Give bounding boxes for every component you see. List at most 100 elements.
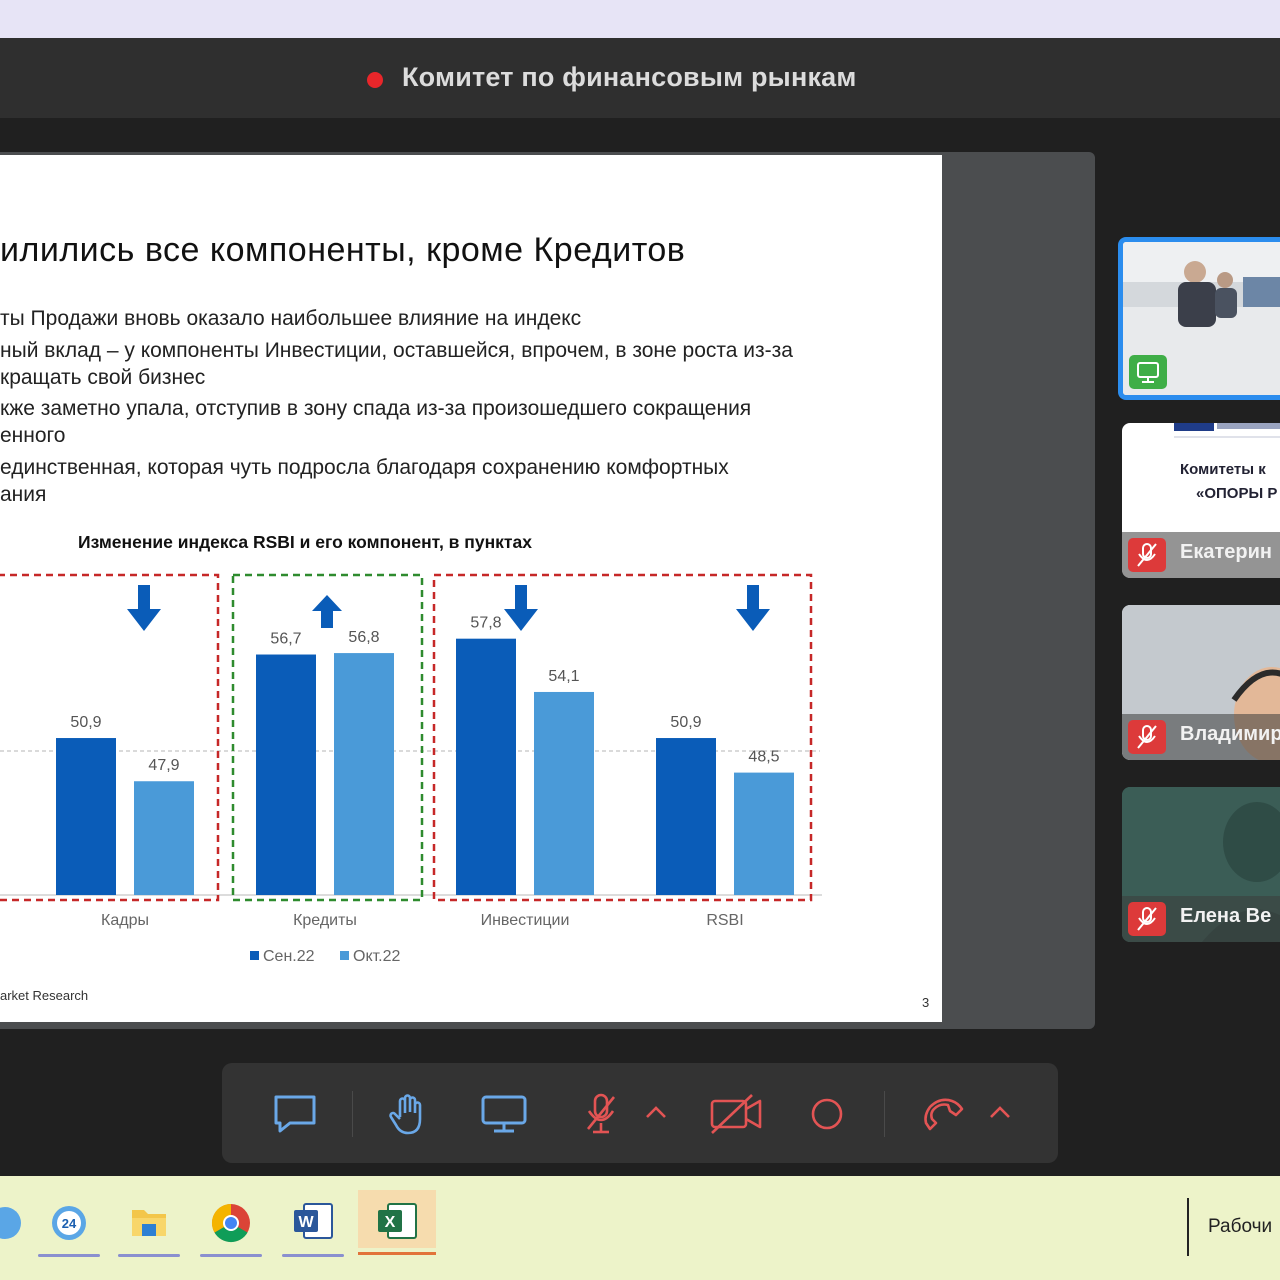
- hangup-button[interactable]: [918, 1093, 968, 1135]
- toolbar-divider: [884, 1091, 885, 1137]
- mic-off-icon: [1137, 725, 1157, 749]
- svg-text:W: W: [298, 1214, 314, 1231]
- category-label: Кредиты: [293, 912, 357, 929]
- mic-off-badge: [1128, 720, 1166, 754]
- raise-hand-button[interactable]: [384, 1093, 434, 1135]
- slide-bullet: единственная, которая чуть подросла благ…: [0, 456, 729, 479]
- data-label: 47,9: [148, 757, 179, 774]
- raise-hand-icon: [389, 1094, 422, 1135]
- data-label: 57,8: [470, 615, 501, 632]
- running-indicator: [200, 1254, 262, 1257]
- slide-page-number: 3: [922, 995, 930, 1010]
- legend-swatch: [340, 951, 349, 960]
- meeting-toolbar: [222, 1063, 1058, 1163]
- camera-toggle-button[interactable]: [708, 1093, 764, 1135]
- meeting-title: Комитет по финансовым рынкам: [402, 62, 857, 92]
- mic-options-button[interactable]: [636, 1093, 676, 1135]
- taskbar-app-active[interactable]: X: [358, 1190, 436, 1255]
- participant-name: Екатерин: [1180, 541, 1272, 563]
- running-indicator: [118, 1254, 180, 1257]
- preview-text: «ОПОРЫ Р: [1196, 485, 1278, 502]
- mic-toggle-button[interactable]: [576, 1093, 626, 1135]
- hangup-options-button[interactable]: [980, 1093, 1020, 1135]
- category-label: Инвестиции: [481, 912, 570, 929]
- participant-name: Елена Ве: [1180, 905, 1272, 927]
- legend-label: Окт.22: [353, 948, 401, 965]
- data-label: 48,5: [748, 749, 779, 766]
- mic-off-badge: [1128, 902, 1166, 936]
- data-label: 56,8: [348, 629, 379, 646]
- word-icon: W: [294, 1203, 333, 1239]
- data-label: 54,1: [548, 668, 579, 685]
- taskbar-app[interactable]: W: [278, 1190, 348, 1257]
- bar: [134, 781, 194, 895]
- bar-chart: 50,9 47,9 Кадры 56,7 56,8 Кредиты 57,8 54,1 Инве…: [0, 573, 822, 965]
- data-label: 50,9: [670, 714, 701, 731]
- slide-bullet: ты Продажи вновь оказало наибольшее влия…: [0, 307, 582, 330]
- chat-icon: [274, 1095, 316, 1133]
- bar: [56, 738, 116, 895]
- mic-off-badge: [1128, 538, 1166, 572]
- chevron-up-icon: [990, 1106, 1010, 1118]
- participant-tile[interactable]: Владимир: [1122, 605, 1280, 760]
- mic-off-icon: [1137, 907, 1157, 931]
- hangup-icon: [924, 1098, 964, 1131]
- screen-share-badge: [1129, 355, 1167, 389]
- toolbar-divider: [352, 1091, 353, 1137]
- taskbar-divider: [1187, 1198, 1189, 1256]
- arrow-up-icon: [312, 595, 342, 628]
- running-indicator: [38, 1254, 100, 1257]
- slide-bullet: енного: [0, 424, 66, 447]
- bar: [534, 691, 594, 895]
- shared-preview: [1174, 423, 1280, 438]
- category-label: RSBI: [706, 912, 743, 929]
- chart-title: Изменение индекса RSBI и его компонент, …: [78, 532, 532, 552]
- camera-off-icon: [710, 1094, 762, 1134]
- svg-text:X: X: [385, 1214, 396, 1231]
- legend-label: Сен.22: [263, 948, 315, 965]
- recording-indicator-icon: [367, 72, 383, 88]
- participant-name: Владимир: [1180, 723, 1280, 745]
- arrow-down-icon: [504, 585, 538, 631]
- bar: [656, 738, 716, 895]
- data-label: 56,7: [270, 631, 301, 648]
- record-button[interactable]: [802, 1093, 852, 1135]
- active-indicator: [358, 1252, 436, 1255]
- slide-source: arket Research: [0, 988, 89, 1003]
- taskbar-app[interactable]: [114, 1190, 184, 1257]
- participant-tile[interactable]: Елена Ве: [1122, 787, 1280, 942]
- bar: [734, 772, 794, 895]
- running-indicator: [282, 1254, 344, 1257]
- slide-bullet: ный вклад – у компоненты Инвестиции, ост…: [0, 339, 793, 362]
- slide-bullet: кращать свой бизнес: [0, 366, 206, 389]
- monitor-icon: [1137, 362, 1159, 383]
- slide-bullet: ания: [0, 483, 47, 506]
- bar: [456, 638, 516, 895]
- arrow-down-icon: [736, 585, 770, 631]
- participant-tile-active[interactable]: [1118, 237, 1280, 400]
- slide-title: илились все компоненты, кроме Кредитов: [0, 231, 686, 269]
- 24-app-icon: 24: [52, 1206, 86, 1240]
- bar: [256, 654, 316, 895]
- taskbar-app[interactable]: 24: [34, 1190, 104, 1257]
- screen-share-icon: [481, 1095, 527, 1133]
- screen-share-button[interactable]: [479, 1093, 529, 1135]
- record-icon: [811, 1098, 843, 1130]
- slide-bullet: кже заметно упала, отступив в зону спада…: [0, 397, 752, 420]
- chevron-up-icon: [646, 1106, 666, 1118]
- category-label: Кадры: [101, 912, 149, 929]
- mic-off-icon: [586, 1093, 616, 1134]
- os-top-strip: [0, 0, 1280, 38]
- legend-swatch: [250, 951, 259, 960]
- participant-tile[interactable]: Комитеты к «ОПОРЫ Р Екатерин: [1122, 423, 1280, 578]
- desktop-toolbar-label[interactable]: Рабочи: [1208, 1216, 1272, 1238]
- arrow-down-icon: [127, 585, 161, 631]
- data-label: 50,9: [70, 714, 101, 731]
- chat-button[interactable]: [270, 1093, 320, 1135]
- preview-text: Комитеты к: [1180, 461, 1266, 478]
- taskbar: 24 W X: [0, 1176, 1280, 1280]
- bar: [334, 653, 394, 895]
- mic-off-icon: [1137, 543, 1157, 567]
- taskbar-app[interactable]: [196, 1190, 266, 1257]
- svg-text:24: 24: [62, 1216, 77, 1231]
